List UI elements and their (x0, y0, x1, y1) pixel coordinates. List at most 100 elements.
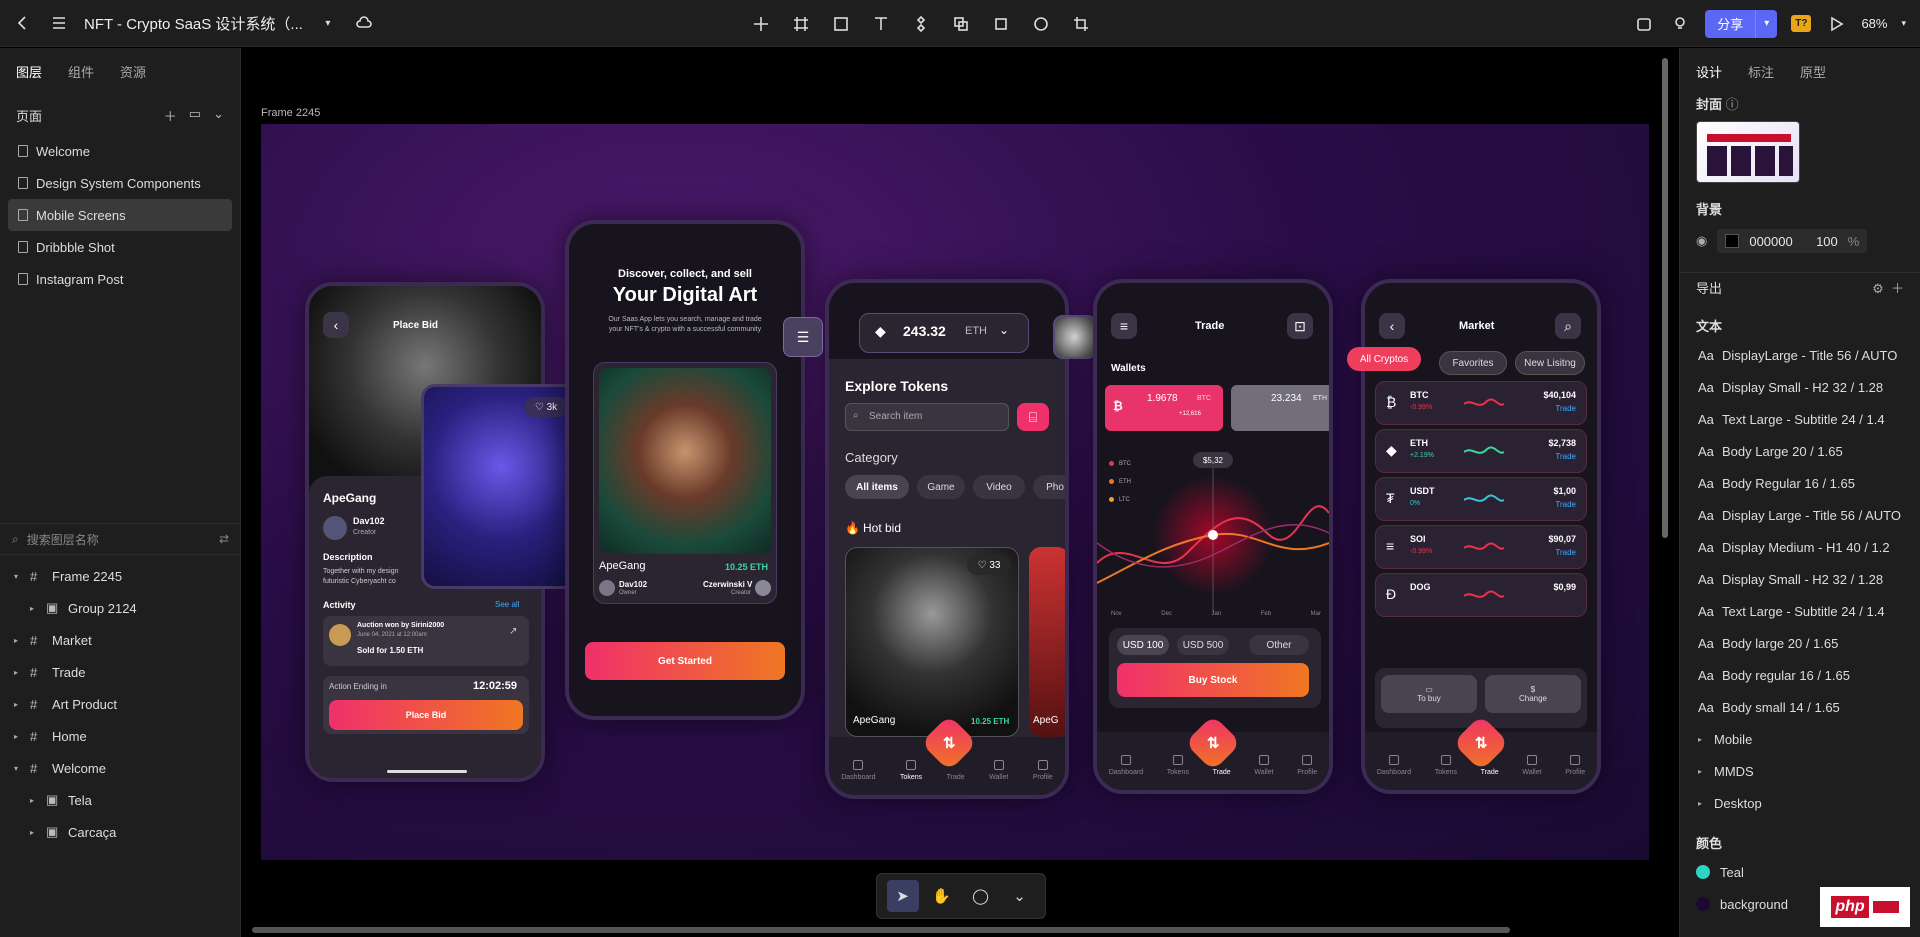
tab-favorites[interactable]: Favorites (1439, 351, 1507, 375)
chevron-down-icon[interactable]: ▾ (317, 12, 339, 34)
market-row[interactable]: ₿ BTC -0.99% $40,104 Trade (1375, 381, 1587, 425)
tab-annotate[interactable]: 标注 (1748, 62, 1774, 88)
folder-icon[interactable]: ▭ (189, 106, 201, 125)
collapse-icon[interactable]: ⌄ (213, 106, 224, 125)
tab-components[interactable]: 组件 (68, 62, 94, 88)
chevron-down-icon[interactable]: ⌄ (1004, 880, 1036, 912)
expand-toggle-icon[interactable]: ▸ (10, 636, 22, 645)
page-item[interactable]: Mobile Screens (8, 199, 232, 231)
horizontal-scrollbar[interactable] (252, 927, 1510, 933)
info-icon[interactable]: ⓘ (1726, 97, 1739, 112)
cover-thumbnail[interactable] (1696, 121, 1800, 183)
zoom-level[interactable]: 68% (1861, 16, 1887, 31)
place-bid-button[interactable]: Place Bid (329, 700, 523, 730)
tab-layers[interactable]: 图层 (16, 62, 42, 88)
nav-dashboard[interactable]: Dashboard (841, 760, 875, 781)
share-button[interactable]: 分享 ▾ (1705, 9, 1778, 38)
text-style-item[interactable]: Aa Body small 14 / 1.65 (1680, 691, 1920, 723)
style-group[interactable]: ▸ Desktop (1680, 787, 1920, 819)
frame-label[interactable]: Frame 2245 (261, 107, 320, 119)
color-style-item[interactable]: Teal (1680, 856, 1920, 888)
component-tool-icon[interactable] (910, 13, 932, 35)
nav-tokens[interactable]: Tokens (1167, 755, 1189, 776)
text-style-item[interactable]: Aa Display Medium - H1 40 / 1.2 (1680, 531, 1920, 563)
text-style-item[interactable]: Aa Body regular 16 / 1.65 (1680, 659, 1920, 691)
color-swatch[interactable] (1725, 234, 1740, 248)
layer-row[interactable]: ▸ # Home (0, 720, 241, 752)
frame-2245[interactable]: ‹ Place Bid ApeGang Dav102 Creator Descr… (261, 124, 1649, 860)
tab-assets[interactable]: 资源 (120, 62, 146, 88)
background-color-field[interactable]: 000000 100 % (1717, 229, 1868, 253)
text-style-item[interactable]: Aa Body Large 20 / 1.65 (1680, 435, 1920, 467)
chip-usd-100[interactable]: USD 100 (1117, 635, 1169, 655)
background-opacity[interactable]: 100 (1816, 234, 1838, 249)
frame-tool-icon[interactable] (790, 13, 812, 35)
nav-tokens[interactable]: Tokens (900, 760, 922, 781)
nav-wallet[interactable]: Wallet (989, 760, 1008, 781)
expand-toggle-icon[interactable]: ▸ (10, 700, 22, 709)
plugin-icon[interactable] (1633, 13, 1655, 35)
nav-wallet[interactable]: Wallet (1522, 755, 1542, 776)
comment-tool-icon[interactable]: ◯ (965, 880, 997, 912)
get-started-button[interactable]: Get Started (585, 642, 785, 680)
nav-dashboard[interactable]: Dashboard (1109, 755, 1143, 776)
market-row[interactable]: ≡ SOl -0.99% $90,07 Trade (1375, 525, 1587, 569)
filter-icon[interactable]: ⇄ (219, 532, 229, 546)
search-button[interactable]: ⌕ (1555, 313, 1581, 339)
hand-tool-icon[interactable]: ✋ (926, 880, 958, 912)
expand-toggle-icon[interactable]: ▸ (26, 796, 38, 805)
nav-dashboard[interactable]: Dashboard (1377, 755, 1411, 776)
lightbulb-icon[interactable] (1669, 13, 1691, 35)
chevron-down-icon[interactable]: ▾ (1901, 18, 1906, 29)
menu-button[interactable]: ≡ (1111, 313, 1137, 339)
nav-tokens[interactable]: Tokens (1435, 755, 1457, 776)
chevron-down-icon[interactable]: ⌄ (999, 323, 1009, 337)
search-input[interactable]: Search item (869, 411, 922, 422)
rectangle-tool-icon[interactable] (830, 13, 852, 35)
chip-usd-500[interactable]: USD 500 (1177, 635, 1229, 655)
boolean-tool-icon[interactable] (950, 13, 972, 35)
ai-badge[interactable]: T? (1791, 15, 1812, 32)
text-style-item[interactable]: Aa Text Large - Subtitle 24 / 1.4 (1680, 403, 1920, 435)
phone-trade[interactable]: ≡ Trade ⊡ Wallets ₿ 1.9678 BTC +12,616 2… (1093, 279, 1333, 794)
menu-button[interactable]: ☰ (783, 317, 823, 357)
menu-icon[interactable] (48, 12, 70, 34)
layer-row[interactable]: ▸ ▣ Carcaça (0, 816, 241, 848)
text-tool-icon[interactable] (870, 13, 892, 35)
expand-toggle-icon[interactable]: ▾ (10, 572, 22, 581)
market-row[interactable]: ◆ ETH +2.19% $2,738 Trade (1375, 429, 1587, 473)
avatar[interactable] (1053, 315, 1097, 359)
nav-profile[interactable]: Profile (1033, 760, 1053, 781)
trade-link[interactable]: Trade (1555, 500, 1576, 509)
layer-row[interactable]: ▾ # Frame 2245 (0, 560, 241, 592)
page-item[interactable]: Design System Components (8, 167, 232, 199)
chip-video[interactable]: Video (973, 475, 1025, 499)
hot-bid-card[interactable] (845, 547, 1019, 737)
text-style-item[interactable]: Aa Display Small - H2 32 / 1.28 (1680, 563, 1920, 595)
chip-game[interactable]: Game (917, 475, 965, 499)
floating-nft-card[interactable]: ♡ 3k (421, 384, 581, 589)
move-tool-icon[interactable]: ➤ (886, 880, 919, 912)
play-icon[interactable] (1825, 13, 1847, 35)
buy-stock-button[interactable]: Buy Stock (1117, 663, 1309, 697)
likes-badge[interactable]: ♡ 3k (524, 397, 568, 417)
settings-icon[interactable]: ⚙ (1872, 281, 1884, 296)
layer-row[interactable]: ▸ ▣ Group 2124 (0, 592, 241, 624)
back-button[interactable]: ‹ (1379, 313, 1405, 339)
nav-profile[interactable]: Profile (1565, 755, 1585, 776)
layer-row[interactable]: ▸ # Trade (0, 656, 241, 688)
expand-toggle-icon[interactable]: ▾ (10, 764, 22, 773)
add-export-icon[interactable]: ＋ (1891, 281, 1904, 296)
expand-toggle-icon[interactable]: ▸ (10, 668, 22, 677)
page-item[interactable]: Instagram Post (8, 263, 232, 295)
chip-photo[interactable]: Pho (1033, 475, 1065, 499)
phone-welcome[interactable]: Discover, collect, and sell Your Digital… (565, 220, 805, 720)
layer-row[interactable]: ▾ # Welcome (0, 752, 241, 784)
market-row[interactable]: Ð DOG $0,99 (1375, 573, 1587, 617)
layer-row[interactable]: ▸ ▣ Tela (0, 784, 241, 816)
see-all-link[interactable]: See all (495, 600, 519, 609)
hot-bid-card-2[interactable] (1029, 547, 1065, 737)
trade-link[interactable]: Trade (1555, 548, 1576, 557)
likes-badge[interactable]: ♡ 33 (967, 555, 1011, 575)
design-canvas[interactable]: Frame 2245 ‹ Place Bid ApeGang Dav102 Cr… (242, 48, 1678, 937)
